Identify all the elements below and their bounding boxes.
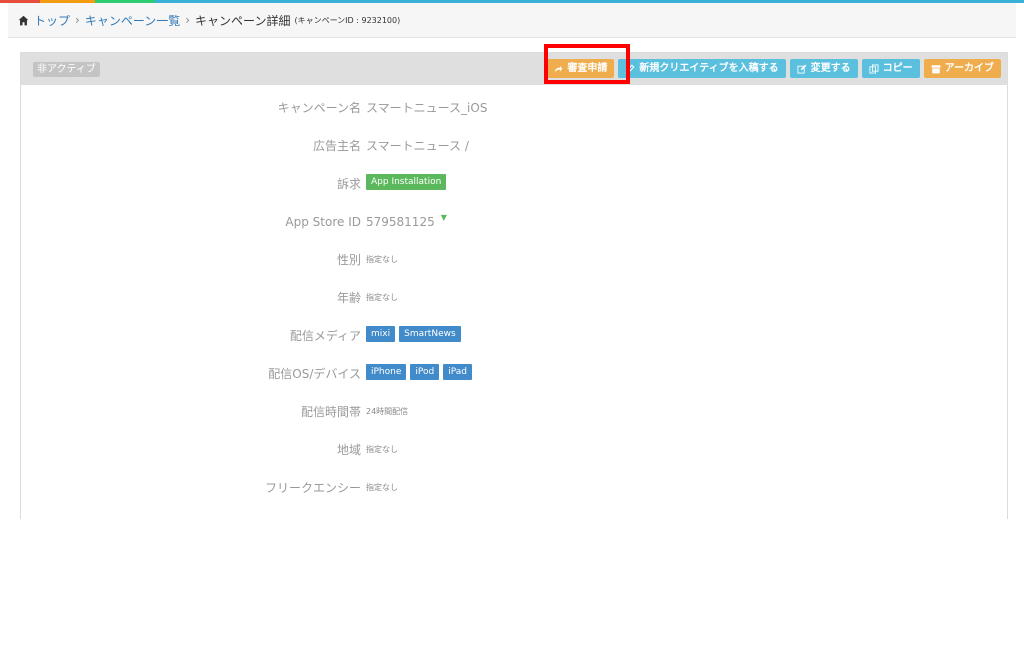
- os-device-tags: iPhone iPod iPad: [366, 364, 472, 380]
- field-app-store-id: App Store ID 579581125 ▼: [21, 212, 1007, 232]
- gender-value: 指定なし: [366, 255, 398, 264]
- breadcrumb: トップ › キャンペーン一覧 › キャンペーン詳細 (キャンペーンID : 92…: [8, 3, 1016, 38]
- status-badge: 非アクティブ: [33, 62, 100, 77]
- new-creative-label: 新規クリエイティブを入稿する: [639, 63, 779, 74]
- new-creative-button[interactable]: 新規クリエイティブを入稿する: [618, 59, 786, 78]
- share-arrow-icon: [555, 65, 563, 73]
- app-store-id-text: 579581125: [366, 215, 435, 229]
- field-gender: 性別 指定なし: [21, 250, 1007, 270]
- region-value: 指定なし: [366, 445, 398, 454]
- copy-label: コピー: [882, 63, 913, 74]
- field-os-device: 配信OS/デバイス iPhone iPod iPad: [21, 364, 1007, 384]
- campaign-id: (キャンペーンID : 9232100): [294, 15, 401, 25]
- archive-icon: [931, 64, 940, 73]
- field-label: 性別: [336, 253, 361, 267]
- field-frequency: フリークエンシー 指定なし: [21, 478, 1007, 498]
- field-media: 配信メディア mixi SmartNews: [21, 326, 1007, 346]
- breadcrumb-top-link[interactable]: トップ: [34, 12, 70, 29]
- device-tag: iPod: [410, 364, 440, 380]
- edit-icon: [797, 64, 806, 73]
- chevron-right-icon: ›: [75, 13, 80, 27]
- field-label: 年齢: [336, 291, 361, 305]
- field-delivery-time: 配信時間帯 24時間配信: [21, 402, 1007, 422]
- media-tags: mixi SmartNews: [366, 326, 461, 342]
- field-advertiser: 広告主名 スマートニュース /: [21, 136, 1007, 156]
- action-buttons: 審査申請 新規クリエイティブを入稿する 変更する コピー アーカイブ: [546, 59, 1001, 78]
- media-tag: SmartNews: [399, 326, 461, 342]
- field-region: 地域 指定なし: [21, 440, 1007, 460]
- field-label: キャンペーン名: [277, 101, 361, 115]
- field-label: 配信OS/デバイス: [268, 367, 361, 381]
- device-tag: iPhone: [366, 364, 407, 380]
- field-label: 広告主名: [312, 139, 361, 153]
- appeal-tag: App Installation: [366, 174, 447, 190]
- edit-icon: [625, 64, 635, 73]
- review-request-button[interactable]: 審査申請: [546, 59, 615, 78]
- link-arrow-icon[interactable]: ▼: [441, 208, 447, 228]
- field-label: 訴求: [336, 177, 361, 191]
- media-tag: mixi: [366, 326, 396, 342]
- archive-button[interactable]: アーカイブ: [923, 59, 1001, 78]
- copy-button[interactable]: コピー: [861, 59, 920, 78]
- delivery-time-value: 24時間配信: [366, 407, 409, 416]
- field-campaign-name: キャンペーン名 スマートニュース_iOS: [21, 98, 1007, 118]
- appeal-value: App Installation: [366, 174, 447, 190]
- edit-label: 変更する: [810, 63, 851, 74]
- campaign-detail-panel: 非アクティブ 審査申請 新規クリエイティブを入稿する 変更する コピー アーカイ…: [20, 52, 1008, 519]
- field-label: 配信メディア: [289, 329, 361, 343]
- breadcrumb-current: キャンペーン詳細: [195, 13, 291, 28]
- breadcrumb-campaign-list-link[interactable]: キャンペーン一覧: [85, 12, 180, 29]
- archive-label: アーカイブ: [944, 63, 994, 74]
- campaign-name-value: スマートニュース_iOS: [366, 101, 488, 115]
- field-label: App Store ID: [285, 215, 361, 229]
- advertiser-value: スマートニュース /: [366, 139, 469, 153]
- field-label: 配信時間帯: [300, 405, 361, 419]
- device-tag: iPad: [443, 364, 472, 380]
- age-value: 指定なし: [366, 293, 398, 302]
- chevron-right-icon: ›: [185, 13, 191, 27]
- copy-icon: [869, 64, 879, 73]
- field-appeal: 訴求 App Installation: [21, 174, 1007, 194]
- field-age: 年齢 指定なし: [21, 288, 1007, 308]
- edit-button[interactable]: 変更する: [789, 59, 858, 78]
- field-label: フリークエンシー: [264, 481, 361, 495]
- field-label: 地域: [336, 443, 361, 457]
- home-icon[interactable]: [18, 15, 29, 26]
- app-store-id-value: 579581125 ▼: [366, 212, 447, 232]
- frequency-value: 指定なし: [366, 483, 398, 492]
- review-request-label: 審査申請: [567, 63, 608, 74]
- panel-header: 非アクティブ 審査申請 新規クリエイティブを入稿する 変更する コピー アーカイ…: [21, 53, 1007, 85]
